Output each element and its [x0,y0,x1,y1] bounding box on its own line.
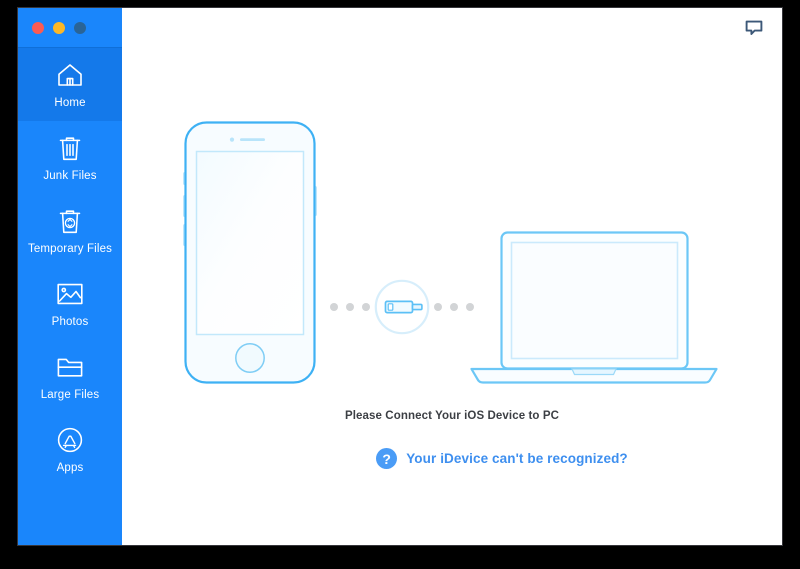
question-mark-icon: ? [376,448,398,469]
sidebar-item-home[interactable]: Home [18,48,122,121]
sidebar-item-junk-files[interactable]: Junk Files [18,121,122,194]
usb-connector-icon [327,278,477,336]
trash-icon [55,133,85,163]
device-not-recognized-link[interactable]: ? Your iDevice can't be recognized? [122,448,782,469]
sidebar: Home Junk Files Temporary Files Photos L… [18,8,122,545]
main-content: Please Connect Your iOS Device to PC ? Y… [122,8,782,545]
device-not-recognized-label: Your iDevice can't be recognized? [406,451,628,466]
sidebar-item-label: Large Files [40,389,100,401]
sidebar-item-label: Junk Files [43,170,97,182]
sidebar-item-photos[interactable]: Photos [18,267,122,340]
connect-illustration: Please Connect Your iOS Device to PC ? Y… [122,8,782,545]
sidebar-item-label: Home [54,97,86,109]
sidebar-item-label: Apps [56,462,84,474]
sidebar-item-label: Temporary Files [27,243,113,255]
maximize-button[interactable] [74,21,86,34]
photo-icon [55,279,85,309]
folder-icon [55,352,85,382]
trash-recycle-icon [55,206,85,236]
laptop-outline [467,230,721,388]
connect-caption: Please Connect Your iOS Device to PC [344,410,560,422]
sidebar-nav: Home Junk Files Temporary Files Photos L… [18,48,122,545]
home-icon [55,60,85,90]
sidebar-item-label: Photos [51,316,89,328]
app-store-icon [55,425,85,455]
sidebar-item-apps[interactable]: Apps [18,413,122,486]
window-titlebar [18,8,122,48]
iphone-outline [182,120,318,385]
minimize-button[interactable] [53,21,65,34]
sidebar-item-large-files[interactable]: Large Files [18,340,122,413]
close-button[interactable] [32,21,44,34]
app-window: Home Junk Files Temporary Files Photos L… [18,8,782,545]
sidebar-item-temporary-files[interactable]: Temporary Files [18,194,122,267]
